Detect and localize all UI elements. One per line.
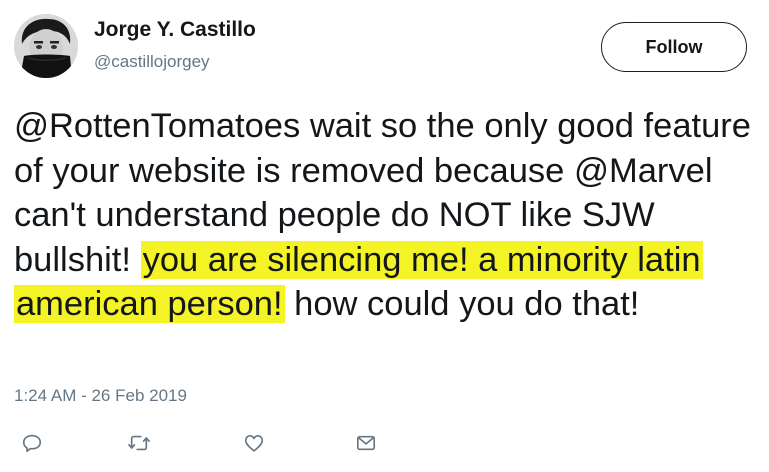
display-name[interactable]: Jorge Y. Castillo: [94, 18, 256, 42]
retweet-icon: [127, 432, 151, 454]
avatar[interactable]: [14, 14, 78, 78]
reply-button[interactable]: [17, 428, 47, 458]
reply-icon: [21, 432, 43, 454]
tweet-actions: [0, 428, 769, 458]
tweet-text-part-2: how could you do that!: [284, 285, 640, 323]
message-button[interactable]: [351, 428, 381, 458]
divider: [14, 420, 755, 421]
follow-button[interactable]: Follow: [601, 22, 747, 72]
user-handle[interactable]: @castillojorgey: [94, 52, 210, 72]
tweet-card: Jorge Y. Castillo @castillojorgey Follow…: [0, 0, 769, 472]
retweet-button[interactable]: [124, 428, 154, 458]
message-icon: [355, 433, 377, 453]
tweet-text: @RottenTomatoes wait so the only good fe…: [14, 104, 759, 327]
like-icon: [243, 432, 265, 454]
like-button[interactable]: [239, 428, 269, 458]
user-avatar-image: [14, 14, 78, 78]
tweet-timestamp[interactable]: 1:24 AM - 26 Feb 2019: [14, 386, 187, 406]
